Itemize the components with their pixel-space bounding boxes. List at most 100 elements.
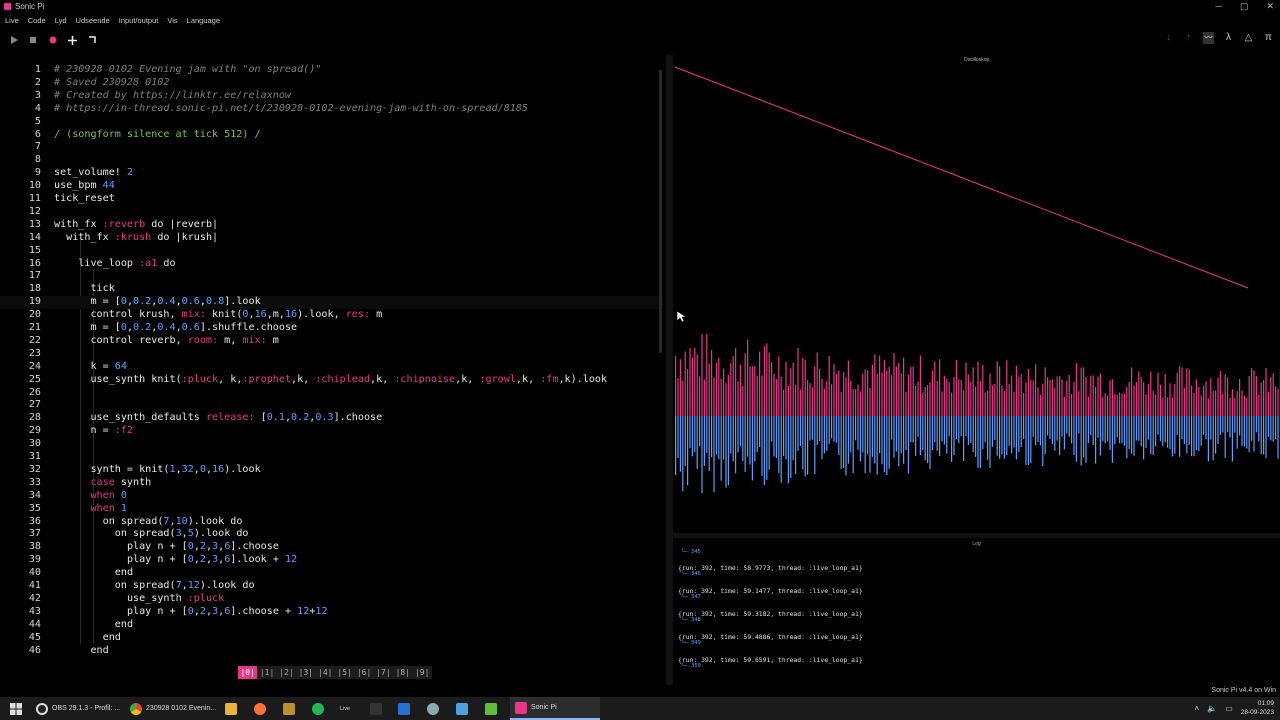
maximize-icon[interactable]: ▢ xyxy=(1240,1,1249,12)
pi-icon[interactable]: π xyxy=(1263,32,1274,44)
code-line[interactable]: 23 xyxy=(0,348,663,361)
stop-button[interactable] xyxy=(25,30,41,50)
triangle-icon[interactable]: △ xyxy=(1243,32,1254,44)
code-line[interactable]: 20 control krush, mix: knit(0,16,m,16).lo… xyxy=(0,309,663,322)
code-line[interactable]: 35 when 1 xyxy=(0,503,663,516)
code-line[interactable]: 29 n = :f2 xyxy=(0,425,663,438)
battery-icon[interactable]: ▭ xyxy=(1225,704,1233,713)
buffer-tab-5[interactable]: |5| xyxy=(334,666,355,679)
code-line[interactable]: 15 xyxy=(0,245,663,258)
task-app-green[interactable] xyxy=(485,697,499,720)
scope-bar-lower xyxy=(1152,416,1154,455)
code-line[interactable]: 31 xyxy=(0,451,663,464)
arrow-down-icon[interactable]: ↓ xyxy=(1163,32,1174,44)
code-line[interactable]: 27 xyxy=(0,399,663,412)
code-line[interactable]: 38 play n + [0,2,3,6].choose xyxy=(0,541,663,554)
code-line[interactable]: 37 on spread(3,5).look do xyxy=(0,528,663,541)
record-button[interactable] xyxy=(45,30,61,50)
task-explorer[interactable] xyxy=(225,697,239,720)
buffer-tab-9[interactable]: |9| xyxy=(412,666,432,679)
code-line[interactable]: 8 xyxy=(0,154,663,167)
menu-language[interactable]: Language xyxy=(187,16,220,25)
code-line[interactable]: 30 xyxy=(0,438,663,451)
start-button[interactable] xyxy=(10,697,22,720)
menu-code[interactable]: Code xyxy=(28,16,46,25)
size-up-button[interactable] xyxy=(64,30,80,50)
menu-live[interactable]: Live xyxy=(5,16,19,25)
buffer-tab-2[interactable]: |2| xyxy=(276,666,297,679)
size-down-button[interactable] xyxy=(84,30,100,50)
buffer-tab-1[interactable]: |1| xyxy=(257,666,277,679)
task-spotify[interactable] xyxy=(312,697,326,720)
code-line[interactable]: 2 # Saved 230928 0102 xyxy=(0,77,663,90)
buffer-tab-3[interactable]: |3| xyxy=(296,666,316,679)
pane-splitter[interactable] xyxy=(666,55,673,685)
task-obs[interactable]: OBS 29.1.3 - Profil: ... xyxy=(34,697,124,720)
menu-input-output[interactable]: Input/output xyxy=(119,16,159,25)
task-app-w[interactable] xyxy=(283,697,297,720)
code-line[interactable]: 41 on spread(7,12).look do xyxy=(0,580,663,593)
speaker-icon[interactable]: 🔈 xyxy=(1207,704,1217,713)
code-line[interactable]: 36 on spread(7,10).look do xyxy=(0,516,663,529)
code-line[interactable]: 34 when 0 xyxy=(0,490,663,503)
buffer-tab-8[interactable]: |8| xyxy=(393,666,413,679)
code-line[interactable]: 33 case synth xyxy=(0,477,663,490)
code-line[interactable]: 10 use_bpm 44 xyxy=(0,180,663,193)
code-line[interactable]: 44 end xyxy=(0,619,663,632)
tray-chevron-up-icon[interactable]: ˄ xyxy=(1195,704,1200,713)
code-line[interactable]: 22 control reverb, room: m, mix: m xyxy=(0,335,663,348)
buffer-tab-7[interactable]: |7| xyxy=(373,666,394,679)
code-line[interactable]: 14 with_fx :krush do |krush| xyxy=(0,232,663,245)
lambda-icon[interactable]: λ xyxy=(1223,32,1234,44)
editor-scrollbar[interactable] xyxy=(659,70,662,353)
code-line[interactable]: 42 use_synth :pluck xyxy=(0,593,663,606)
code-line[interactable]: 24 k = 64 xyxy=(0,361,663,374)
code-line[interactable]: 39 play n + [0,2,3,6].look + 12 xyxy=(0,554,663,567)
scope-bar-upper xyxy=(826,381,828,416)
code-line[interactable]: 13 with_fx :reverb do |reverb| xyxy=(0,219,663,232)
code-line[interactable]: 9 set_volume! 2 xyxy=(0,167,663,180)
close-icon[interactable]: ✕ xyxy=(1266,1,1274,12)
code-line[interactable]: 28 use_synth_defaults release: [0.1,0.2,0… xyxy=(0,412,663,425)
menu-lyd[interactable]: Lyd xyxy=(55,16,67,25)
task-app-monitor[interactable] xyxy=(398,697,412,720)
minimize-icon[interactable]: ─ xyxy=(1216,1,1222,12)
code-line[interactable]: 11 tick_reset xyxy=(0,193,663,206)
code-line[interactable]: 17 xyxy=(0,270,663,283)
task-app-blue[interactable] xyxy=(456,697,470,720)
task-app-blank[interactable] xyxy=(370,697,384,720)
run-button[interactable] xyxy=(6,30,22,50)
code-line[interactable]: 7 xyxy=(0,141,663,154)
code-line[interactable]: 5 xyxy=(0,116,663,129)
clock[interactable]: 01:09 28-09-2023 xyxy=(1241,699,1274,717)
code-line[interactable]: 19 m = [0,0.2,0.4,0.6,0.8].look xyxy=(0,296,663,310)
code-line[interactable]: 32 synth = knit(1,32,0,16).look xyxy=(0,464,663,477)
menu-udseende[interactable]: Udseende xyxy=(76,16,110,25)
code-line[interactable]: 18 tick xyxy=(0,283,663,296)
code-editor[interactable]: 1 # 230928 0102 Evening jam with "on spre… xyxy=(0,62,663,660)
buffer-tab-6[interactable]: |6| xyxy=(354,666,374,679)
code-line[interactable]: 21 m = [0,0.2,0.4,0.6].shuffle.choose xyxy=(0,322,663,335)
task-chrome[interactable]: 230928 0102 Evenin... xyxy=(127,697,219,720)
task-sonic-pi[interactable]: Sonic Pi xyxy=(510,697,600,720)
arrow-up-icon[interactable]: ↑ xyxy=(1183,32,1194,44)
task-firefox[interactable] xyxy=(254,697,268,720)
task-live[interactable]: Live xyxy=(340,697,354,720)
code-line[interactable]: 1 # 230928 0102 Evening jam with "on spre… xyxy=(0,64,663,77)
code-line[interactable]: 26 xyxy=(0,387,663,400)
code-line[interactable]: 6 / (songform silence at tick 512) / xyxy=(0,129,663,142)
code-line[interactable]: 3 # Created by https://linktr.ee/relaxnow xyxy=(0,90,663,103)
code-line[interactable]: 4 # https://in-thread.sonic-pi.net/t/2309… xyxy=(0,103,663,116)
menu-vis[interactable]: Vis xyxy=(167,16,177,25)
buffer-tab-4[interactable]: |4| xyxy=(315,666,335,679)
code-line[interactable]: 16 live_loop :a1 do xyxy=(0,258,663,271)
code-line[interactable]: 46 end xyxy=(0,645,663,658)
code-line[interactable]: 12 xyxy=(0,206,663,219)
code-line[interactable]: 25 use_synth knit(:pluck, k,:prophet,k, :… xyxy=(0,374,663,387)
buffer-tab-0[interactable]: |0| xyxy=(238,666,258,679)
task-app-tools[interactable] xyxy=(427,697,441,720)
code-line[interactable]: 43 play n + [0,2,3,6].choose + 12+12 xyxy=(0,606,663,619)
scope-icon[interactable]: 〰 xyxy=(1203,32,1214,44)
code-line[interactable]: 45 end xyxy=(0,632,663,645)
code-line[interactable]: 40 end xyxy=(0,567,663,580)
